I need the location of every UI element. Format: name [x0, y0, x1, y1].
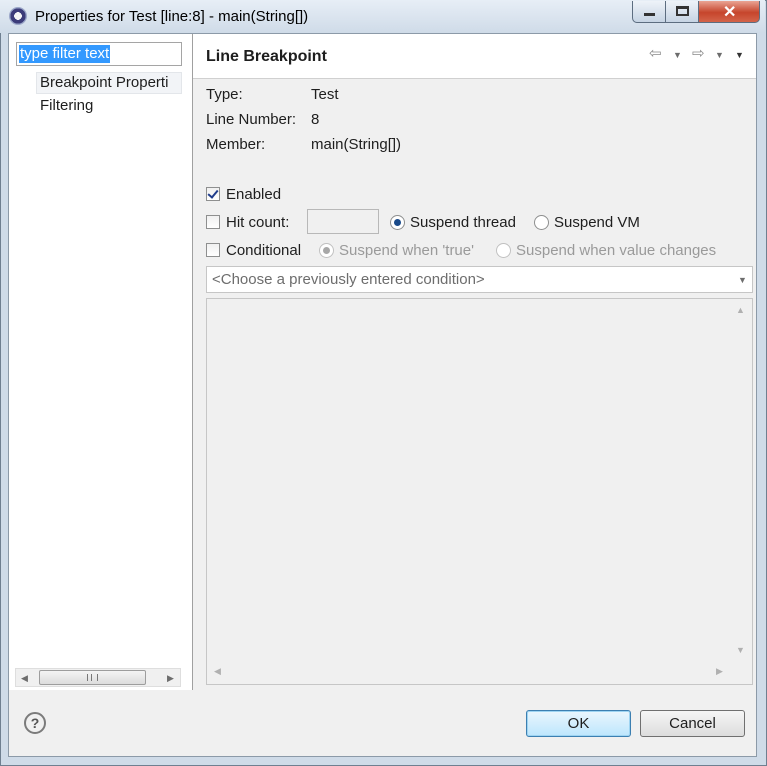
scroll-right-icon[interactable]: ▶ [716, 666, 723, 677]
eclipse-icon [9, 7, 27, 25]
enabled-label: Enabled [226, 186, 282, 203]
member-label: Member: [206, 136, 266, 153]
condition-editor[interactable]: ▲ ▼ ◀ ▶ [206, 298, 753, 685]
hit-count-checkbox[interactable] [206, 215, 220, 229]
suspend-thread-radio[interactable] [390, 215, 405, 230]
member-value: main(String[]) [311, 136, 402, 153]
maximize-icon [676, 6, 689, 16]
minimize-button[interactable] [632, 1, 666, 23]
page-title: Line Breakpoint [206, 48, 327, 65]
tree-item-breakpoint-properties[interactable]: Breakpoint Properti [36, 72, 182, 94]
close-button[interactable]: ✕ [698, 1, 760, 23]
scroll-left-icon[interactable]: ◀ [214, 666, 221, 677]
condition-combo-text: <Choose a previously entered condition> [212, 271, 485, 288]
close-icon: ✕ [723, 4, 737, 21]
scroll-down-icon[interactable]: ▼ [736, 645, 745, 655]
line-number-value: 8 [311, 111, 320, 128]
help-icon[interactable]: ? [24, 712, 46, 734]
hit-count-label: Hit count: [226, 214, 290, 231]
window-title: Properties for Test [line:8] - main(Stri… [35, 8, 309, 25]
chevron-down-icon[interactable]: ▼ [738, 275, 747, 285]
enabled-checkbox[interactable] [206, 187, 220, 201]
scroll-up-icon[interactable]: ▲ [736, 305, 745, 315]
type-value: Test [311, 86, 339, 103]
scroll-left-icon[interactable]: ◀ [21, 673, 28, 684]
maximize-button[interactable] [665, 1, 699, 23]
minimize-icon [644, 13, 655, 16]
tree-item-filtering[interactable]: Filtering [40, 97, 93, 114]
scrollbar-thumb[interactable] [39, 670, 146, 685]
line-number-label: Line Number: [206, 111, 297, 128]
tree-pane [9, 34, 193, 690]
suspend-when-true-radio[interactable] [319, 243, 334, 258]
view-menu-icon[interactable]: ▼ [735, 50, 744, 60]
back-menu-icon[interactable]: ▼ [673, 50, 682, 60]
forward-icon[interactable]: ⇨ [692, 44, 705, 62]
type-label: Type: [206, 86, 243, 103]
condition-history-combo[interactable]: <Choose a previously entered condition> … [206, 266, 753, 293]
cancel-button[interactable]: Cancel [640, 710, 745, 737]
conditional-label: Conditional [226, 242, 302, 259]
grip-icon-center [91, 674, 92, 681]
filter-input-text: type filter text [19, 45, 111, 63]
conditional-checkbox[interactable] [206, 243, 220, 257]
tree-item-label: Breakpoint Properti [40, 74, 169, 91]
suspend-when-changes-radio[interactable] [496, 243, 511, 258]
back-icon[interactable]: ⇦ [649, 44, 662, 62]
forward-menu-icon[interactable]: ▼ [715, 50, 724, 60]
hit-count-input[interactable] [307, 209, 379, 234]
suspend-when-true-label: Suspend when 'true' [339, 242, 474, 259]
grip-icon [87, 674, 98, 681]
suspend-vm-radio[interactable] [534, 215, 549, 230]
ok-button[interactable]: OK [526, 710, 631, 737]
suspend-vm-label: Suspend VM [554, 214, 640, 231]
scroll-right-icon[interactable]: ▶ [167, 673, 174, 684]
suspend-thread-label: Suspend thread [410, 214, 516, 231]
suspend-when-changes-label: Suspend when value changes [516, 242, 717, 259]
